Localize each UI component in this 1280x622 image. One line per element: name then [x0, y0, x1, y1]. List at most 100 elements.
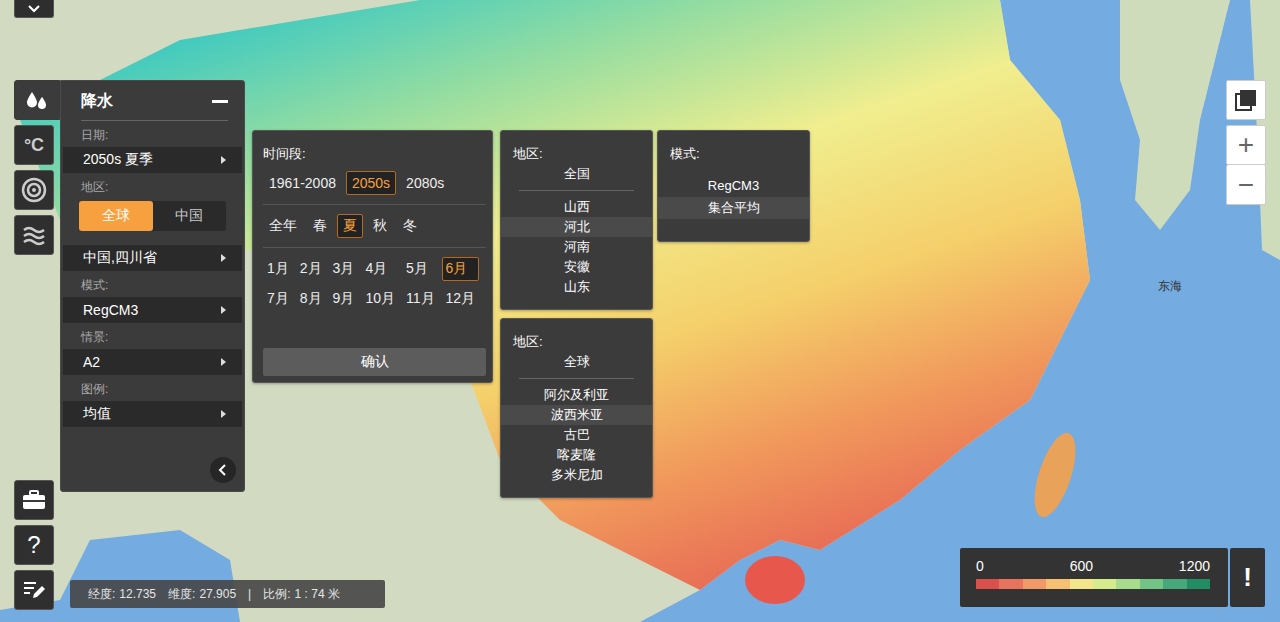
utility-toolbar: ? [14, 480, 54, 610]
region-item[interactable]: 古巴 [501, 425, 652, 445]
legend-swatch [1140, 579, 1163, 589]
season-option[interactable]: 冬 [397, 214, 423, 238]
minimize-icon[interactable] [212, 100, 228, 103]
legend-swatch [976, 579, 999, 589]
field-label: 情景: [61, 323, 244, 349]
confirm-button[interactable]: 确认 [263, 348, 486, 376]
layer-tool[interactable] [14, 170, 54, 210]
scope-option[interactable]: 中国 [153, 201, 227, 231]
legend-scale: 06001200 [960, 548, 1228, 607]
model-title: 模式: [658, 145, 809, 163]
legend-tick: 1200 [1179, 558, 1210, 574]
month-option[interactable]: 5月 [402, 257, 439, 281]
drops-icon [24, 87, 50, 113]
arrow-right-icon [221, 410, 226, 418]
wind-icon [21, 222, 47, 248]
field-label: 日期: [61, 121, 244, 147]
layers-button[interactable] [1226, 80, 1266, 120]
latitude-value: 27.905 [199, 587, 236, 601]
layer-tool[interactable]: °C [14, 125, 54, 165]
region-item[interactable]: 多米尼加 [501, 465, 652, 485]
model-item[interactable]: 集合平均 [658, 197, 809, 219]
climate-map-app: 东海°C?降水日期:2050s 夏季地区:全球中国中国,四川省模式:RegCM3… [0, 0, 1280, 622]
panel-header: 降水 [81, 81, 228, 121]
precipitation-heatmap [20, 0, 1090, 590]
month-option[interactable]: 6月 [442, 257, 480, 281]
latitude-label: 维度: [168, 586, 195, 603]
month-option[interactable]: 11月 [402, 287, 439, 311]
region-item[interactable]: 河北 [501, 217, 652, 237]
field-select[interactable]: 2050s 夏季 [63, 147, 242, 173]
layers-icon [1234, 88, 1258, 112]
season-option[interactable]: 秋 [367, 214, 393, 238]
month-grid: 1月2月3月4月5月6月 7月8月9月10月11月12月 [263, 257, 486, 311]
chevron-down-icon [27, 4, 41, 14]
region-item[interactable]: 喀麦隆 [501, 445, 652, 465]
arrow-right-icon [221, 254, 226, 262]
hainan-island [745, 556, 805, 604]
scope-toggle: 全球中国 [79, 201, 226, 231]
panel-title: 降水 [81, 91, 113, 112]
zoom-in-button[interactable]: + [1226, 125, 1266, 165]
season-option[interactable]: 春 [307, 214, 333, 238]
legend-swatch [1023, 579, 1046, 589]
month-option[interactable]: 4月 [361, 257, 399, 281]
field-label: 图例: [61, 375, 244, 401]
period-option[interactable]: 1961-2008 [263, 171, 342, 195]
region-item[interactable]: 河南 [501, 237, 652, 257]
layer-tool[interactable] [14, 80, 60, 120]
month-option[interactable]: 8月 [296, 287, 326, 311]
info-button[interactable]: ! [1230, 548, 1265, 607]
legend-swatch [1093, 579, 1116, 589]
legend-swatch [1163, 579, 1186, 589]
region-item[interactable]: 阿尔及利亚 [501, 385, 652, 405]
arrow-right-icon [221, 156, 226, 164]
scale-label: 比例: [263, 586, 290, 603]
zoom-out-button[interactable]: − [1226, 165, 1266, 205]
period-option[interactable]: 2080s [400, 171, 450, 195]
field-select[interactable]: 中国,四川省 [63, 245, 242, 271]
mainland [0, 0, 1090, 622]
region-item[interactable]: 波西米亚 [501, 405, 652, 425]
season-option[interactable]: 夏 [337, 214, 363, 238]
region-scope[interactable]: 全球 [501, 353, 652, 371]
collapse-panel-button[interactable] [210, 457, 236, 483]
layer-toolbar: °C [14, 80, 60, 255]
region-item[interactable]: 山西 [501, 197, 652, 217]
season-option[interactable]: 全年 [263, 214, 303, 238]
month-option[interactable]: 12月 [442, 287, 480, 311]
model-item[interactable]: RegCM3 [658, 175, 809, 197]
utility-tool[interactable] [14, 570, 54, 610]
model-popup: 模式: RegCM3集合平均 [657, 130, 810, 242]
map-label: 东海 [1158, 278, 1182, 295]
region-scope[interactable]: 全国 [501, 165, 652, 183]
layer-tool[interactable] [14, 215, 54, 255]
field-select[interactable]: 均值 [63, 401, 242, 427]
scope-option[interactable]: 全球 [79, 201, 153, 231]
legend-swatch [1070, 579, 1093, 589]
month-option[interactable]: 9月 [329, 287, 359, 311]
legend-swatch [1187, 579, 1210, 589]
utility-tool[interactable] [14, 480, 54, 520]
legend-ticks: 06001200 [976, 558, 1210, 574]
longitude-label: 经度: [88, 586, 115, 603]
region-item[interactable]: 山东 [501, 277, 652, 297]
month-option[interactable]: 7月 [263, 287, 293, 311]
month-option[interactable]: 2月 [296, 257, 326, 281]
time-title: 时间段: [263, 145, 486, 163]
collapse-toggle[interactable] [14, 0, 54, 18]
zoom-control: +− [1226, 125, 1266, 205]
longitude-value: 12.735 [119, 587, 156, 601]
utility-tool[interactable]: ? [14, 525, 54, 565]
month-option[interactable]: 10月 [361, 287, 399, 311]
time-popup: 时间段: 1961-20082050s2080s 全年春夏秋冬 1月2月3月4月5月6… [252, 130, 493, 383]
scale-value: 1 : 74 米 [295, 586, 340, 603]
period-option[interactable]: 2050s [346, 171, 396, 195]
arrow-right-icon [221, 358, 226, 366]
legend: 06001200! [960, 548, 1265, 607]
region-item[interactable]: 安徽 [501, 257, 652, 277]
field-select[interactable]: A2 [63, 349, 242, 375]
month-option[interactable]: 1月 [263, 257, 293, 281]
field-select[interactable]: RegCM3 [63, 297, 242, 323]
month-option[interactable]: 3月 [329, 257, 359, 281]
